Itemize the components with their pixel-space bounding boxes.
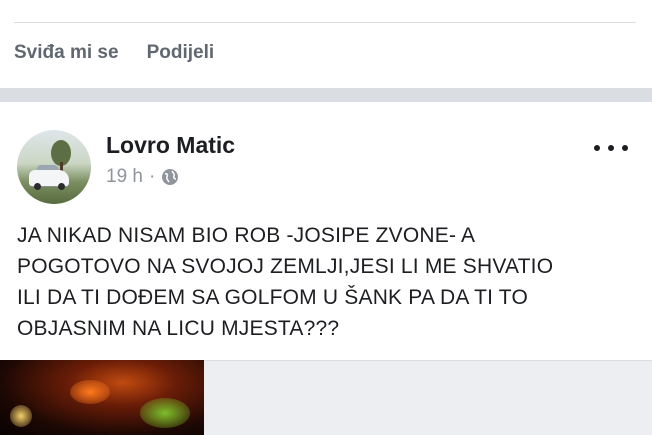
post-text-line: JA NIKAD NISAM BIO ROB -JOSIPE ZVONE- A bbox=[17, 224, 476, 247]
post-card: Lovro Matic 19 h · JA NIKAD NISAM BIO RO… bbox=[0, 102, 652, 435]
like-button[interactable]: Sviđa mi se bbox=[14, 42, 119, 64]
post-text-line: OBJASNIM NA LICU MJESTA??? bbox=[17, 317, 340, 340]
post-text-line: POGOTOVO NA SVOJOJ ZEMLJI,JESI LI ME SHV… bbox=[17, 255, 554, 278]
feed-separator bbox=[0, 88, 652, 102]
post-timestamp[interactable]: 19 h bbox=[106, 166, 143, 188]
share-button[interactable]: Podijeli bbox=[147, 42, 215, 64]
facebook-feed-screen: Sviđa mi se Podijeli Lovro Matic 19 h · bbox=[0, 0, 652, 435]
media-placeholder bbox=[204, 360, 652, 435]
previous-post-footer: Sviđa mi se Podijeli bbox=[0, 0, 652, 88]
avatar[interactable] bbox=[17, 130, 91, 204]
author-name[interactable]: Lovro Matic bbox=[106, 132, 235, 159]
post-text-line: ILI DA TI DOĐEM SA GOLFOM U ŠANK PA DA T… bbox=[17, 286, 528, 309]
more-options-icon[interactable] bbox=[594, 136, 628, 160]
meta-separator: · bbox=[148, 166, 156, 187]
post-text: JA NIKAD NISAM BIO ROB -JOSIPE ZVONE- A … bbox=[17, 220, 627, 344]
post-media bbox=[0, 360, 652, 435]
post-actions: Sviđa mi se Podijeli bbox=[14, 42, 214, 64]
post-meta: 19 h · bbox=[106, 166, 179, 188]
divider bbox=[14, 22, 636, 23]
media-thumbnail[interactable] bbox=[0, 360, 204, 435]
globe-icon bbox=[161, 168, 179, 186]
